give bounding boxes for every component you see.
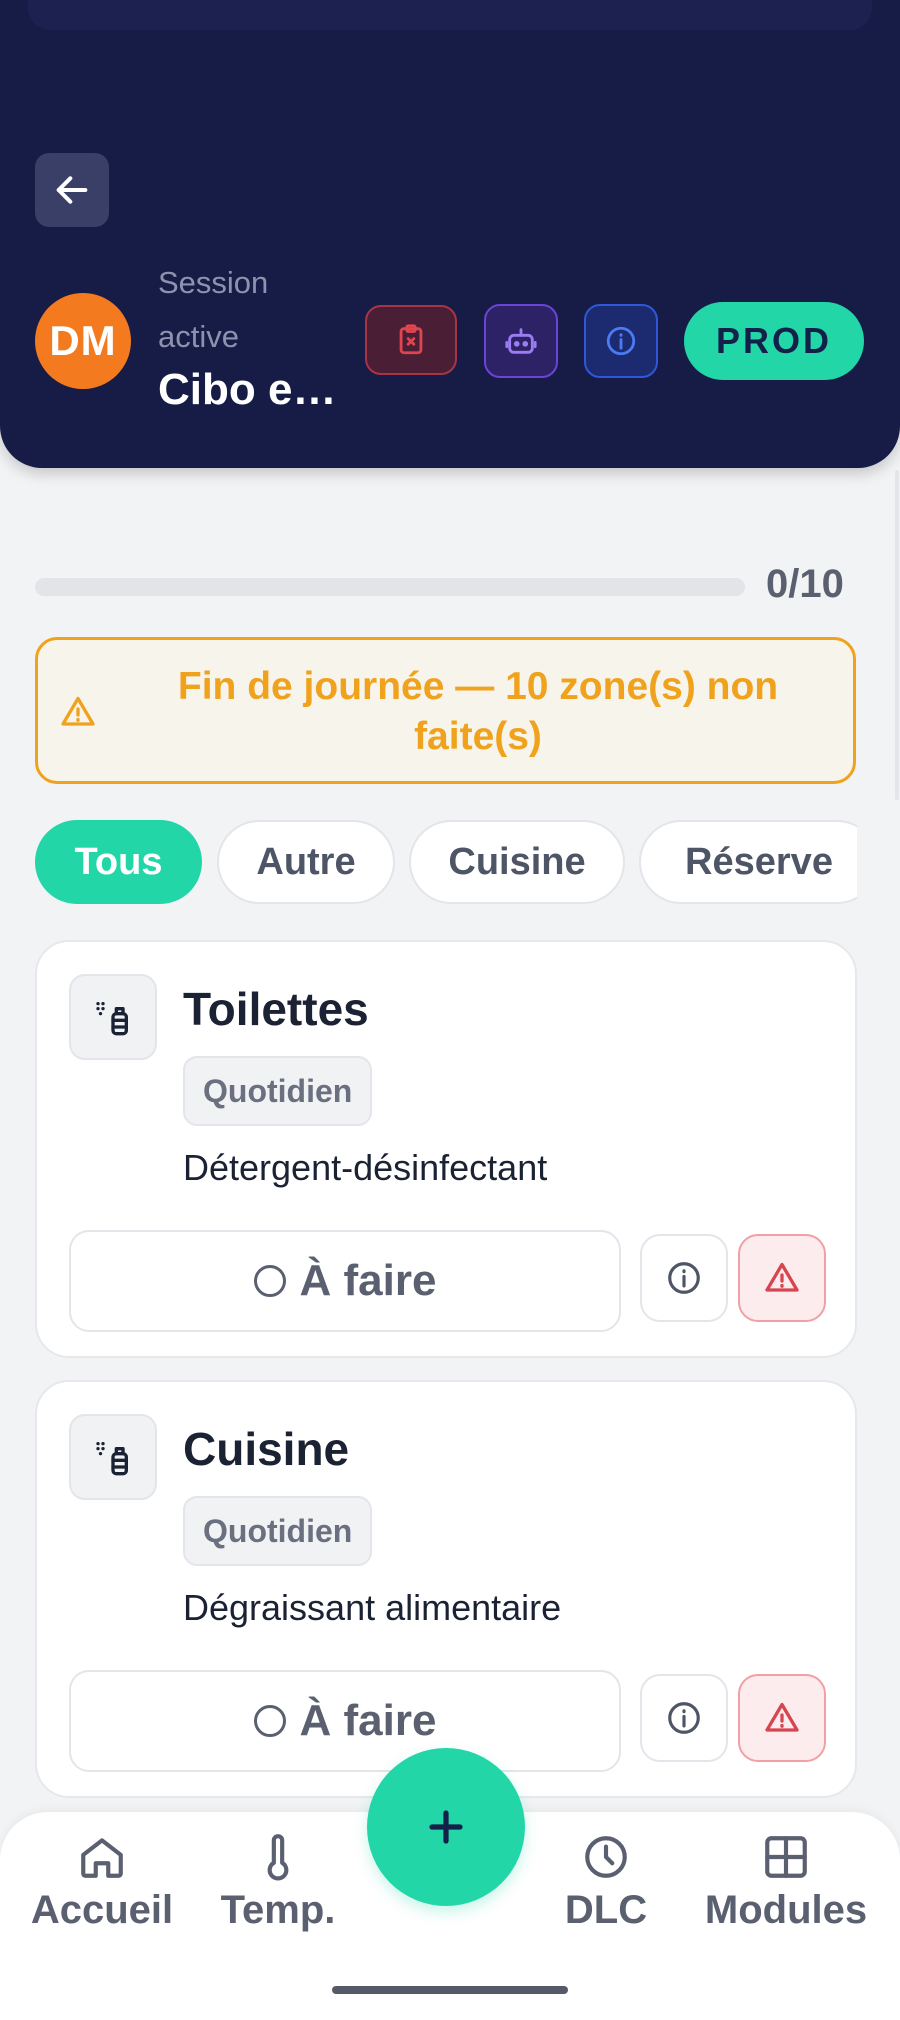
filter-chip-autre[interactable]: Autre [217, 820, 395, 904]
zone-info-button[interactable] [640, 1674, 728, 1762]
circle-icon [253, 1705, 286, 1737]
filter-chip-reserve[interactable]: Réserve [639, 820, 857, 904]
nav-dlc[interactable]: DLC [516, 1832, 696, 1933]
warning-triangle-icon [765, 1262, 799, 1292]
robot-icon [505, 328, 537, 354]
assistant-button[interactable] [484, 304, 558, 378]
progress-bar [35, 578, 745, 596]
zone-icon [69, 1414, 157, 1500]
clipboard-x-button[interactable] [365, 305, 457, 375]
zone-card: Cuisine Quotidien Dégraissant alimentair… [35, 1380, 857, 1798]
product-name: Détergent-désinfectant [183, 1147, 548, 1188]
end-of-day-alert: Fin de journée — 10 zone(s) non faite(s) [35, 637, 856, 784]
nav-label: Accueil [30, 1888, 174, 1932]
avatar[interactable]: DM [35, 293, 131, 389]
progress-count: 0/10 [766, 562, 844, 606]
session-label: Session active [158, 265, 269, 354]
nav-accueil[interactable]: Accueil [12, 1832, 192, 1933]
zone-icon [69, 974, 157, 1060]
frequency-badge: Quotidien [183, 1496, 373, 1566]
info-button[interactable] [584, 304, 658, 378]
nav-label: DLC [564, 1888, 648, 1932]
back-button[interactable] [35, 153, 109, 227]
info-icon [668, 1702, 700, 1734]
home-indicator[interactable] [332, 1986, 568, 1994]
clock-icon [585, 1836, 627, 1878]
report-issue-button[interactable] [738, 1234, 826, 1322]
info-icon [606, 326, 636, 356]
zone-title: Cuisine [183, 1423, 350, 1475]
zone-title: Toilettes [183, 983, 369, 1035]
header-panel: DM Session active Cibo e… PROD [0, 0, 900, 468]
nav-label: Temp. [220, 1888, 336, 1932]
alert-text: Fin de journée — 10 zone(s) non faite(s) [177, 665, 779, 758]
frequency-badge: Quotidien [183, 1056, 373, 1126]
todo-label: À faire [299, 1256, 437, 1305]
product-name: Dégraissant alimentaire [183, 1587, 562, 1628]
nav-temp[interactable]: Temp. [188, 1832, 368, 1933]
session-name: Cibo e… [158, 365, 337, 414]
nav-label: Modules [704, 1888, 868, 1932]
nav-modules[interactable]: Modules [696, 1832, 876, 1933]
warning-triangle-icon [765, 1702, 799, 1732]
report-issue-button[interactable] [738, 1674, 826, 1762]
circle-icon [253, 1265, 286, 1297]
warning-triangle-icon [61, 696, 95, 726]
add-fab-button[interactable] [367, 1748, 525, 1906]
filter-chip-cuisine[interactable]: Cuisine [409, 820, 625, 904]
thermometer-icon [267, 1834, 289, 1881]
grid-icon [765, 1836, 807, 1878]
scrollbar[interactable] [895, 470, 899, 800]
top-strip [28, 0, 872, 30]
todo-button[interactable]: À faire [69, 1230, 621, 1332]
zone-card: Toilettes Quotidien Détergent-désinfecta… [35, 940, 857, 1358]
info-icon [668, 1262, 700, 1294]
back-arrow-icon [56, 176, 88, 204]
spray-bottle-icon [96, 1002, 128, 1036]
todo-label: À faire [299, 1696, 437, 1745]
spray-bottle-icon [96, 1442, 128, 1476]
clipboard-x-icon [399, 324, 423, 355]
filter-chips: Tous Autre Cuisine Réserve [35, 820, 857, 904]
zone-info-button[interactable] [640, 1234, 728, 1322]
filter-chip-tous[interactable]: Tous [35, 820, 202, 904]
plus-icon [429, 1810, 463, 1844]
environment-badge[interactable]: PROD [684, 302, 864, 380]
home-icon [81, 1838, 123, 1878]
todo-button[interactable]: À faire [69, 1670, 621, 1772]
